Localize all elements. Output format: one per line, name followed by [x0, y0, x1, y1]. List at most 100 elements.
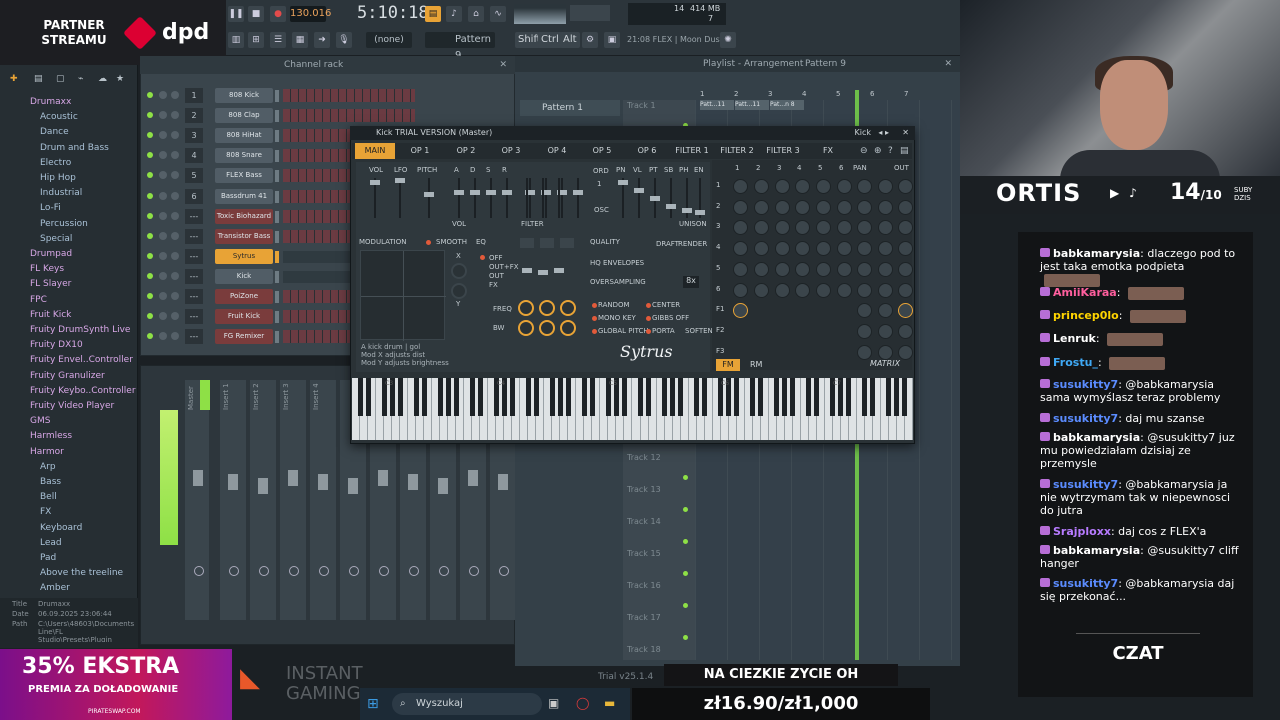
step-sequencer[interactable]	[283, 109, 415, 123]
radio-led-icon[interactable]	[646, 316, 651, 321]
slider-handle-icon[interactable]	[470, 190, 480, 195]
plug-icon[interactable]: ⌁	[78, 74, 83, 84]
matrix-knob-icon[interactable]	[816, 220, 831, 235]
slider-handle-icon[interactable]	[618, 180, 628, 185]
knob-icon[interactable]	[560, 300, 576, 316]
master-volume-slider[interactable]	[570, 5, 610, 21]
browser-item[interactable]: FPC	[30, 293, 47, 308]
mixer-send-knob-icon[interactable]	[229, 566, 239, 576]
channel-select-led[interactable]	[275, 331, 279, 344]
sytrus-tab-filter-2[interactable]: FILTER 2	[717, 143, 757, 159]
piano-black-key[interactable]	[758, 378, 764, 416]
mixer-strip[interactable]	[310, 380, 336, 620]
piano-black-key[interactable]	[365, 378, 371, 416]
pan-knob-icon[interactable]	[159, 191, 167, 200]
channel-select-led[interactable]	[275, 270, 279, 283]
slider-handle-icon[interactable]	[554, 268, 564, 273]
matrix-knob-icon[interactable]	[775, 179, 790, 194]
browser-item[interactable]: FX	[40, 505, 51, 520]
file-explorer-icon[interactable]: ▬	[604, 696, 620, 710]
slider-handle-icon[interactable]	[573, 190, 583, 195]
track-header[interactable]: Track 1	[627, 101, 687, 115]
browser-item[interactable]: Hip Hop	[40, 171, 76, 186]
volume-knob-icon[interactable]	[171, 332, 179, 341]
piano-black-key[interactable]	[413, 378, 419, 416]
matrix-knob-icon[interactable]	[795, 241, 810, 256]
channel-mixer-track[interactable]: ---	[185, 268, 203, 284]
slider-track[interactable]	[526, 178, 528, 218]
matrix-knob-icon[interactable]	[754, 262, 769, 277]
matrix-knob-icon[interactable]	[878, 200, 893, 215]
eq-shape-icon[interactable]	[520, 238, 534, 248]
channel-name-button[interactable]: Fruit Kick	[215, 309, 273, 325]
piano-black-key[interactable]	[421, 378, 427, 416]
fader-handle-icon[interactable]	[193, 470, 203, 486]
matrix-knob-icon[interactable]	[837, 220, 852, 235]
pan-knob-icon[interactable]	[159, 171, 167, 180]
menu-icon[interactable]: ▤	[900, 146, 909, 156]
slider-handle-icon[interactable]	[502, 190, 512, 195]
mute-led-icon[interactable]	[147, 252, 153, 259]
wait-input-icon[interactable]: ∿	[490, 6, 506, 22]
browser-item[interactable]: Amber	[40, 581, 70, 596]
channel-mixer-track[interactable]: 4	[185, 148, 203, 164]
matrix-knob-icon[interactable]	[898, 241, 913, 256]
chat-username[interactable]: susukitty7	[1053, 412, 1118, 425]
volume-knob-icon[interactable]	[171, 151, 179, 160]
volume-knob-icon[interactable]	[171, 271, 179, 280]
knob-icon[interactable]	[518, 320, 534, 336]
fader-handle-icon[interactable]	[288, 470, 298, 486]
channel-mixer-track[interactable]: 5	[185, 168, 203, 184]
ctrl-key[interactable]: Ctrl	[538, 32, 562, 48]
piano-black-key[interactable]	[477, 378, 483, 416]
piano-black-key[interactable]	[621, 378, 627, 416]
piano-black-key[interactable]	[589, 378, 595, 416]
browser-item[interactable]: Above the treeline	[40, 566, 123, 581]
browser-item[interactable]: Dance	[40, 125, 69, 140]
chat-username[interactable]: AmiiKaraa	[1053, 286, 1117, 299]
channel-rack-icon[interactable]: ☰	[270, 32, 286, 48]
matrix-knob-icon[interactable]	[733, 241, 748, 256]
matrix-knob-icon[interactable]	[837, 241, 852, 256]
radio-led-icon[interactable]	[646, 329, 651, 334]
piano-black-key[interactable]	[565, 378, 571, 416]
channel-select-led[interactable]	[275, 170, 279, 183]
channel-name-button[interactable]: FLEX Bass	[215, 168, 273, 184]
matrix-knob-icon[interactable]	[878, 283, 893, 298]
channel-select-led[interactable]	[275, 90, 279, 102]
stop-icon[interactable]: ■	[248, 6, 264, 22]
matrix-knob-icon[interactable]	[857, 200, 872, 215]
mixer-strip[interactable]	[185, 380, 209, 620]
slider-handle-icon[interactable]	[666, 204, 676, 209]
chat-username[interactable]: babkamarysia	[1053, 431, 1140, 444]
sytrus-tab-op-5[interactable]: OP 5	[582, 143, 622, 159]
sytrus-tab-fx[interactable]: FX	[808, 143, 848, 159]
browser-item[interactable]: Pad	[40, 551, 56, 566]
matrix-knob-icon[interactable]	[898, 345, 913, 360]
rm-mode-button[interactable]: RM	[750, 359, 770, 371]
chat-username[interactable]: Srajploxx	[1053, 525, 1111, 538]
channel-name-button[interactable]: Toxic Biohazard	[215, 208, 273, 224]
knob-icon[interactable]	[539, 320, 555, 336]
slider-handle-icon[interactable]	[634, 188, 644, 193]
matrix-knob-icon[interactable]	[878, 345, 893, 360]
browser-item[interactable]: Keyboard	[40, 521, 82, 536]
piano-black-key[interactable]	[469, 378, 475, 416]
sytrus-titlebar[interactable]: Kick TRIAL VERSION (Master) Kick ◂ ▸ ✕	[350, 126, 915, 140]
arrow-right-icon[interactable]: ➜	[314, 32, 330, 48]
chat-username[interactable]: Lenruk	[1053, 332, 1096, 345]
oversampling-selector[interactable]: 8x	[683, 276, 699, 288]
sytrus-tab-op-2[interactable]: OP 2	[446, 143, 486, 159]
metronome-icon[interactable]: ⌂	[468, 6, 484, 22]
browser-item[interactable]: FL Slayer	[30, 277, 71, 292]
pan-knob-icon[interactable]	[159, 292, 167, 300]
mute-led-icon[interactable]	[147, 212, 153, 219]
slider-handle-icon[interactable]	[695, 210, 705, 215]
sytrus-close-icon[interactable]: ✕	[902, 126, 909, 140]
pan-knob-icon[interactable]	[159, 332, 167, 341]
matrix-knob-icon[interactable]	[795, 200, 810, 215]
matrix-knob-icon[interactable]	[878, 262, 893, 277]
settings-icon[interactable]: ⚙	[582, 32, 598, 48]
matrix-knob-icon[interactable]	[795, 262, 810, 277]
sytrus-tab-main[interactable]: MAIN	[355, 143, 395, 159]
